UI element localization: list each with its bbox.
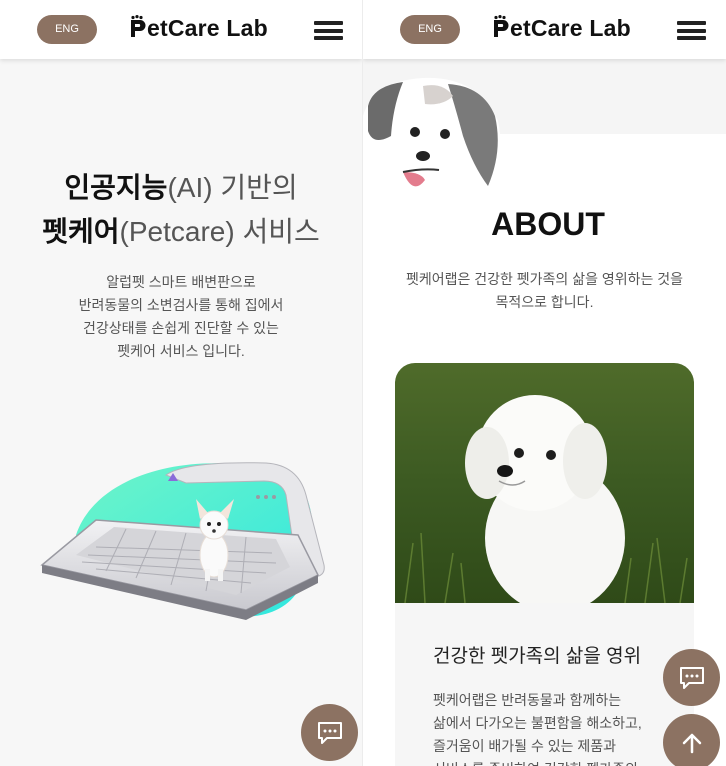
screen: ENG etCare Lab 인공지능(AI) 기반의 펫케어(Petcare)… xyxy=(0,0,726,766)
paw-icon xyxy=(493,15,509,44)
about-title: ABOUT xyxy=(491,206,605,242)
hero-title-line1: 인공지능(AI) 기반의 xyxy=(0,166,362,206)
chat-icon xyxy=(679,666,704,689)
chat-icon xyxy=(317,721,342,744)
hero-title-line2: 펫케어(Petcare) 서비스 xyxy=(0,210,362,250)
hero-title-bold: 인공지능 xyxy=(64,172,168,203)
chat-button[interactable] xyxy=(663,649,720,706)
logo-text: etCare Lab xyxy=(510,15,631,41)
hero-description-line: 펫케어 서비스 입니다. xyxy=(117,343,245,359)
language-button[interactable]: ENG xyxy=(37,15,97,44)
hero-description-line: 반려동물의 소변검사를 통해 집에서 xyxy=(78,297,284,313)
hero-title-bold: 펫케어 xyxy=(42,216,120,247)
info-title: 건강한 펫가족의 삶을 영위 xyxy=(433,646,642,667)
logo-text: etCare Lab xyxy=(147,15,268,41)
hamburger-icon[interactable] xyxy=(677,21,706,40)
hero-title-light: (AI) 기반의 xyxy=(167,172,298,203)
logo[interactable]: etCare Lab xyxy=(130,15,268,44)
about-description: 펫케어랩은 건강한 펫가족의 삶을 영위하는 것을 목적으로 합니다. xyxy=(383,268,706,314)
maltese-photo xyxy=(395,363,694,603)
header: ENG etCare Lab xyxy=(363,0,726,59)
hero-panel: ENG etCare Lab 인공지능(AI) 기반의 펫케어(Petcare)… xyxy=(0,0,362,766)
poodle-image xyxy=(363,76,508,277)
info-text: 펫케어랩은 반려동물과 함께하는 삶에서 다가오는 불편함을 해소하고, 즐거움… xyxy=(433,689,673,766)
hero-description-line: 알럽펫 스마트 배변판으로 xyxy=(106,274,256,290)
arrow-up-icon xyxy=(682,733,701,753)
about-description-line: 펫케어랩은 건강한 펫가족의 삶을 영위하는 것을 xyxy=(405,271,684,287)
hero-description-line: 건강상태를 손쉽게 진단할 수 있는 xyxy=(83,320,279,336)
info-card: 건강한 펫가족의 삶을 영위 펫케어랩은 반려동물과 함께하는 삶에서 다가오는… xyxy=(395,603,694,766)
hamburger-icon[interactable] xyxy=(314,21,343,40)
info-text-line: 서비스를 준비하여 건강한 펫가족의 xyxy=(433,758,673,766)
logo[interactable]: etCare Lab xyxy=(493,15,631,44)
about-panel: ENG etCare Lab ABOUT 펫케어랩은 건강한 펫가족의 삶을 영… xyxy=(363,0,726,766)
hero-description: 알럽펫 스마트 배변판으로 반려동물의 소변검사를 통해 집에서 건강상태를 손… xyxy=(0,271,362,363)
language-button[interactable]: ENG xyxy=(400,15,460,44)
about-description-line: 목적으로 합니다. xyxy=(495,294,594,310)
info-text-line: 즐거움이 배가될 수 있는 제품과 xyxy=(433,738,616,754)
scroll-top-button[interactable] xyxy=(663,714,720,766)
chat-button[interactable] xyxy=(301,704,358,761)
info-text-line: 삶에서 다가오는 불편함을 해소하고, xyxy=(433,715,642,731)
header: ENG etCare Lab xyxy=(0,0,362,59)
info-text-line: 펫케어랩은 반려동물과 함께하는 xyxy=(433,692,622,708)
smart-pad-product-image xyxy=(36,455,336,625)
paw-icon xyxy=(130,15,146,44)
hero-title-light: (Petcare) 서비스 xyxy=(119,216,320,247)
